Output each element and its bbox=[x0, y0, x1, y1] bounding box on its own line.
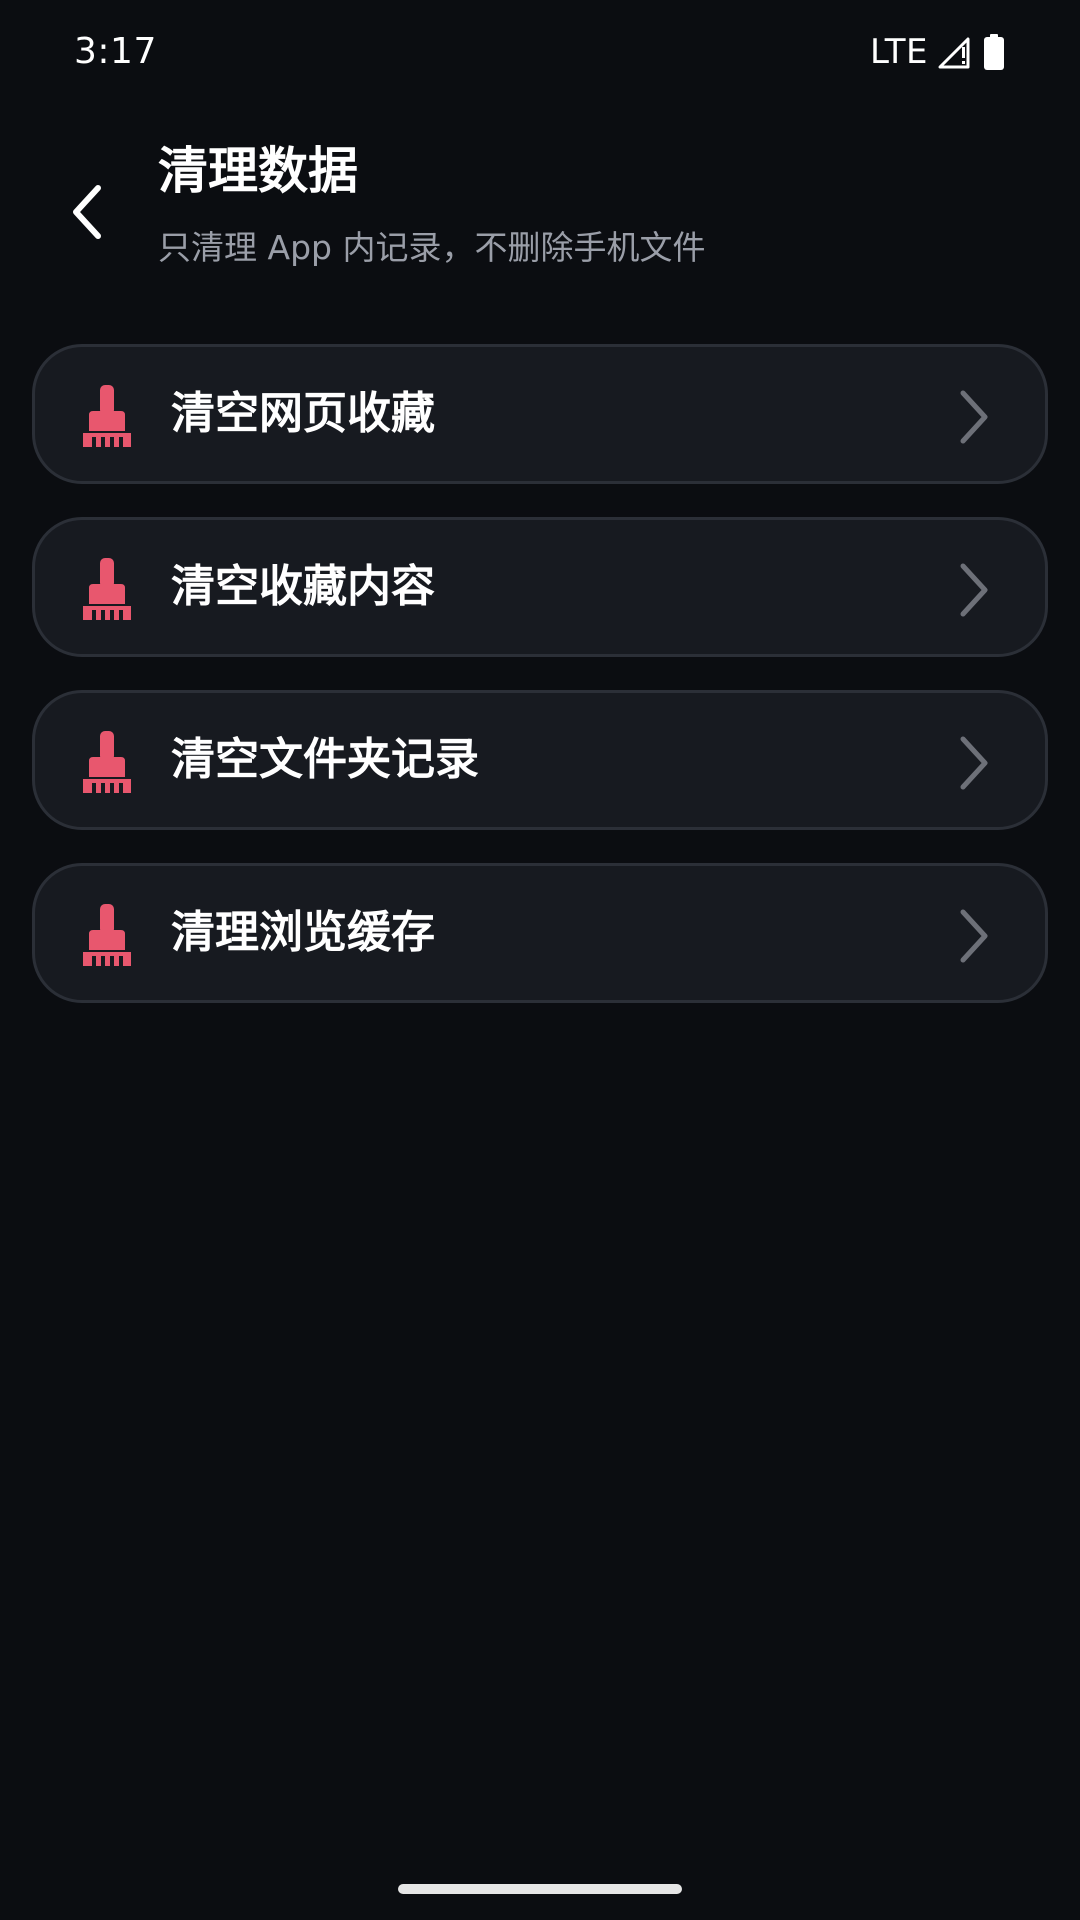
page-title: 清理数据 bbox=[158, 142, 358, 200]
page-subtitle: 只清理 App 内记录，不删除手机文件 bbox=[158, 228, 706, 267]
status-time: 3:17 bbox=[74, 31, 157, 72]
broom-icon bbox=[83, 731, 131, 793]
chevron-right-icon bbox=[960, 390, 988, 444]
signal-icon bbox=[938, 37, 970, 69]
broom-icon bbox=[83, 385, 131, 447]
network-type: LTE bbox=[869, 32, 928, 72]
chevron-right-icon bbox=[960, 909, 988, 963]
clear-favorites-item[interactable]: 清空收藏内容 bbox=[32, 517, 1048, 657]
chevron-right-icon bbox=[960, 563, 988, 617]
item-label: 清空文件夹记录 bbox=[171, 734, 479, 785]
item-label: 清空网页收藏 bbox=[171, 388, 435, 439]
clear-browse-cache-item[interactable]: 清理浏览缓存 bbox=[32, 863, 1048, 1003]
back-button[interactable] bbox=[56, 172, 116, 252]
broom-icon bbox=[83, 558, 131, 620]
header: 清理数据 只清理 App 内记录，不删除手机文件 bbox=[0, 130, 1080, 290]
home-indicator[interactable] bbox=[398, 1884, 682, 1894]
item-label: 清理浏览缓存 bbox=[171, 907, 435, 958]
clear-folder-records-item[interactable]: 清空文件夹记录 bbox=[32, 690, 1048, 830]
clear-web-bookmarks-item[interactable]: 清空网页收藏 bbox=[32, 344, 1048, 484]
status-icons: LTE bbox=[870, 30, 1006, 74]
chevron-right-icon bbox=[960, 736, 988, 790]
item-label: 清空收藏内容 bbox=[171, 561, 435, 612]
clear-options-list: 清空网页收藏 清空收藏内容 清空文件夹记录 清理浏览缓存 bbox=[32, 344, 1048, 1036]
status-bar: 3:17 LTE bbox=[0, 0, 1080, 105]
battery-icon bbox=[984, 34, 1004, 70]
chevron-left-icon bbox=[73, 185, 101, 239]
broom-icon bbox=[83, 904, 131, 966]
